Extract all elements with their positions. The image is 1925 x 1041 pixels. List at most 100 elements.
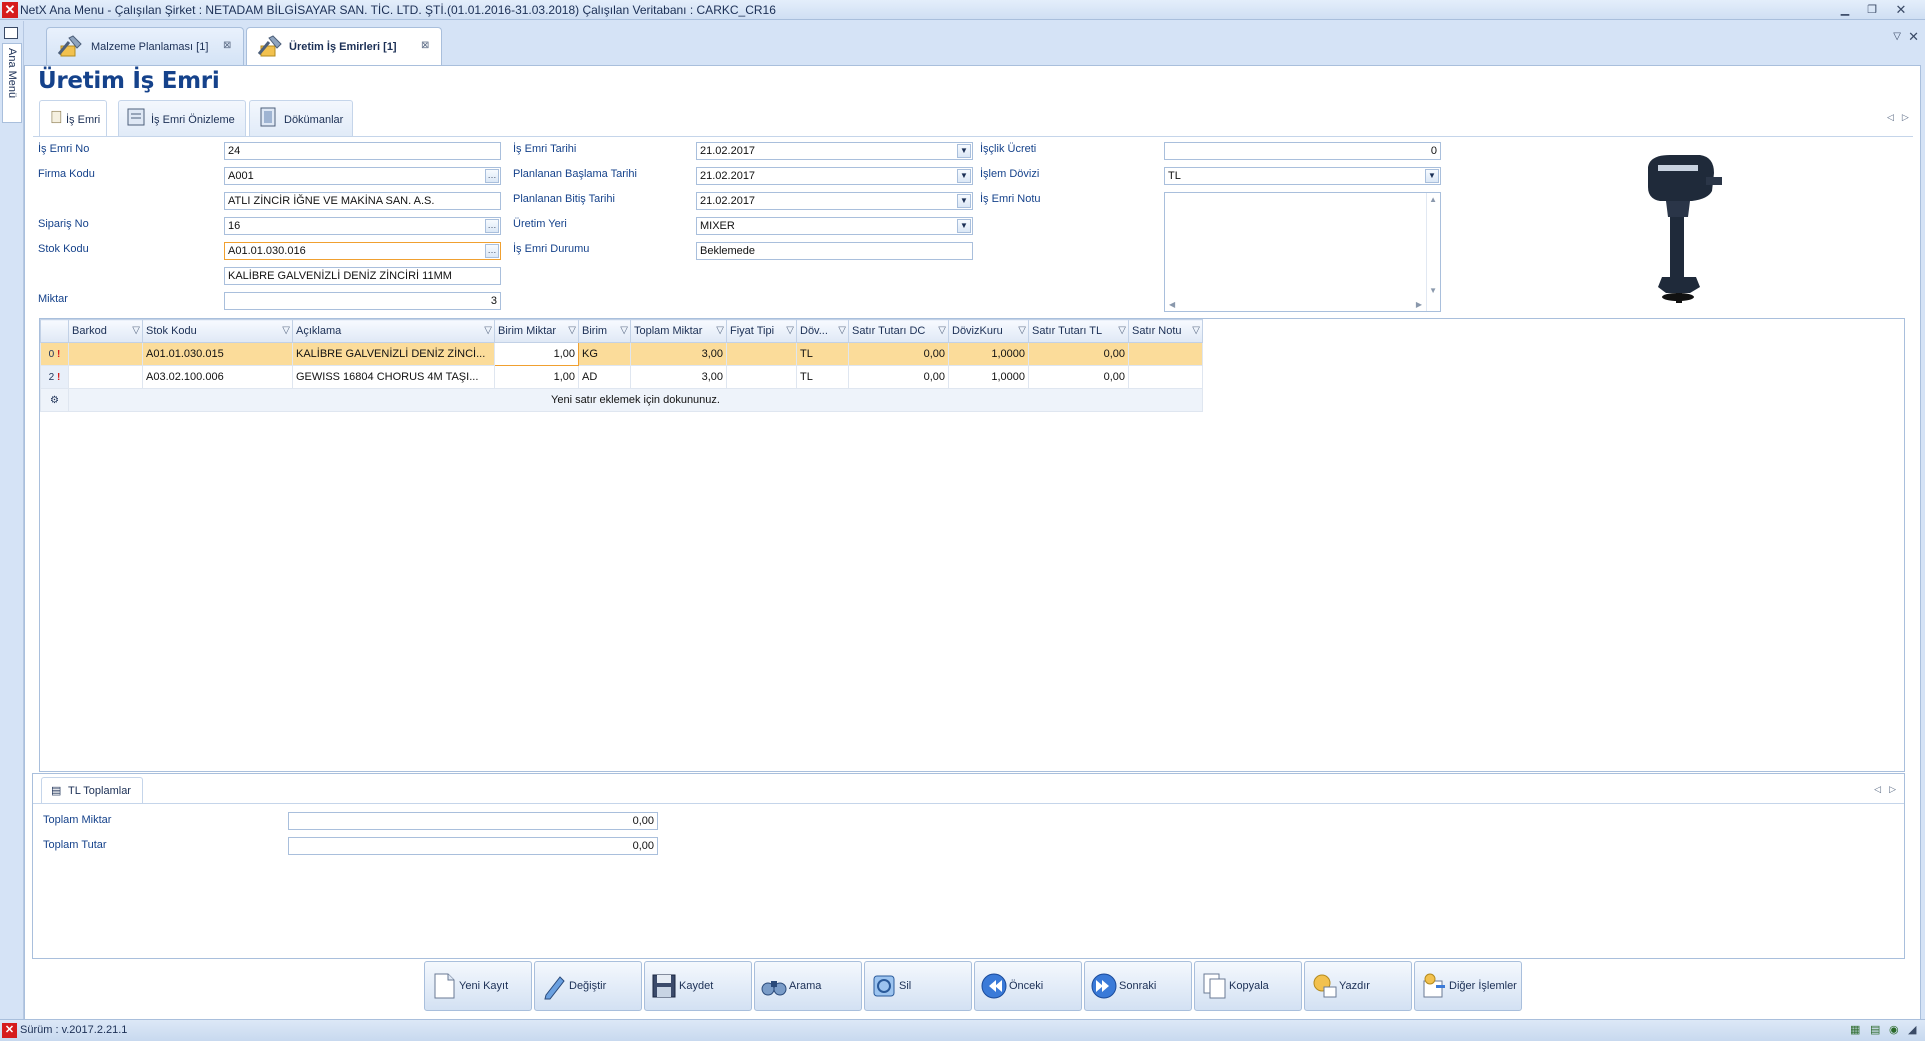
birim-miktar-cell[interactable]: 1,00 — [494, 342, 579, 366]
toplam-miktar-cell[interactable]: 3,00 — [630, 365, 727, 389]
column-header[interactable]: Barkod ▽ — [68, 319, 143, 343]
yazdir-button[interactable]: Yazdır — [1304, 961, 1412, 1011]
tutar-tl-cell[interactable]: 0,00 — [1028, 365, 1129, 389]
degistir-button[interactable]: Değiştir — [534, 961, 642, 1011]
new-row-text[interactable]: Yeni satır eklemek için dokununuz. — [68, 388, 1203, 412]
stok-kodu-cell[interactable]: A01.01.030.015 — [142, 342, 293, 366]
onceki-button[interactable]: Önceki — [974, 961, 1082, 1011]
plan-bitis-field[interactable]: 21.02.2017 ▼ — [696, 192, 973, 210]
scroll-left-icon[interactable]: ◀ — [1169, 300, 1175, 309]
app-close-icon[interactable]: ✕ — [2, 2, 18, 18]
is-emri-no-field[interactable]: 24 — [224, 142, 501, 160]
satir-notu-cell[interactable] — [1128, 342, 1203, 366]
is-emri-tarihi-field[interactable]: 21.02.2017 ▼ — [696, 142, 973, 160]
column-header[interactable]: Satır Tutarı TL ▽ — [1028, 319, 1129, 343]
doviz-cell[interactable]: TL — [796, 342, 849, 366]
filter-icon[interactable]: ▽ — [786, 325, 794, 336]
is-emri-durumu-field[interactable]: Beklemede — [696, 242, 973, 260]
filter-icon[interactable]: ▽ — [568, 325, 576, 336]
minimize-button[interactable]: ▁ — [1835, 2, 1855, 18]
dropdown-arrow-icon[interactable]: ▼ — [957, 144, 971, 158]
firma-kodu-field[interactable]: A001 … — [224, 167, 501, 185]
column-header[interactable]: Toplam Miktar ▽ — [630, 319, 727, 343]
row-indicator[interactable]: 0 ! — [40, 342, 69, 366]
tray-icon-1[interactable]: ▦ — [1850, 1023, 1865, 1038]
toplam-miktar-cell[interactable]: 3,00 — [630, 342, 727, 366]
dropdown-arrow-icon[interactable]: ▼ — [957, 169, 971, 183]
fiyat-tipi-cell[interactable] — [726, 342, 797, 366]
is-emri-notu-memo[interactable]: ▲ ▼ ◀ ▶ — [1164, 192, 1441, 312]
close-icon[interactable]: ✕ — [1908, 29, 1919, 45]
filter-icon[interactable]: ▽ — [282, 325, 290, 336]
tutar-dc-cell[interactable]: 0,00 — [848, 365, 949, 389]
kopyala-button[interactable]: Kopyala — [1194, 961, 1302, 1011]
filter-icon[interactable]: ▽ — [1018, 325, 1026, 336]
scroll-up-icon[interactable]: ▲ — [1429, 195, 1437, 204]
sonraki-button[interactable]: Sonraki — [1084, 961, 1192, 1011]
fiyat-tipi-cell[interactable] — [726, 365, 797, 389]
column-header[interactable]: Birim Miktar ▽ — [494, 319, 579, 343]
column-header[interactable]: Birim ▽ — [578, 319, 631, 343]
column-header[interactable]: Döv... ▽ — [796, 319, 849, 343]
tab-uretim-is-emirleri[interactable]: Üretim İş Emirleri [1] ⊠ — [246, 27, 442, 66]
close-tab-icon[interactable]: ⊠ — [421, 40, 429, 51]
filter-icon[interactable]: ▽ — [1192, 325, 1200, 336]
new-row[interactable]: ⚙ Yeni satır eklemek için dokununuz. — [40, 388, 1203, 412]
dropdown-arrow-icon[interactable]: ▼ — [957, 194, 971, 208]
tutar-tl-cell[interactable]: 0,00 — [1028, 342, 1129, 366]
birim-cell[interactable]: KG — [578, 342, 631, 366]
filter-icon[interactable]: ▽ — [938, 325, 946, 336]
plan-baslama-field[interactable]: 21.02.2017 ▼ — [696, 167, 973, 185]
uretim-yeri-field[interactable]: MIXER ▼ — [696, 217, 973, 235]
close-window-button[interactable]: ✕ — [1891, 2, 1911, 18]
column-header[interactable]: DövizKuru ▽ — [948, 319, 1029, 343]
tutar-dc-cell[interactable]: 0,00 — [848, 342, 949, 366]
tab-is-emri[interactable]: İş Emri — [39, 100, 107, 136]
tab-tl-toplamlar[interactable]: ▤ TL Toplamlar — [41, 777, 143, 803]
filter-icon[interactable]: ▽ — [620, 325, 628, 336]
stok-kodu-field[interactable]: A01.01.030.016 … — [224, 242, 501, 260]
column-header[interactable]: Satır Tutarı DC ▽ — [848, 319, 949, 343]
doviz-kuru-cell[interactable]: 1,0000 — [948, 365, 1029, 389]
tab-scroll-arrows[interactable]: ◁▷ — [1874, 784, 1904, 795]
satir-notu-cell[interactable] — [1128, 365, 1203, 389]
miktar-field[interactable]: 3 — [224, 292, 501, 310]
barkod-cell[interactable] — [68, 342, 143, 366]
dropdown-arrow-icon[interactable]: ▼ — [1425, 169, 1439, 183]
siparis-no-field[interactable]: 16 … — [224, 217, 501, 235]
column-header[interactable]: Fiyat Tipi ▽ — [726, 319, 797, 343]
ana-menu-tab[interactable]: Ana Menü — [2, 43, 22, 123]
ellipsis-button[interactable]: … — [485, 244, 499, 258]
tray-icon-2[interactable]: ▤ — [1870, 1023, 1885, 1038]
tray-icon-3[interactable]: ◉ — [1889, 1023, 1904, 1038]
arama-button[interactable]: Arama — [754, 961, 862, 1011]
birim-cell[interactable]: AD — [578, 365, 631, 389]
sil-button[interactable]: Sil — [864, 961, 972, 1011]
filter-icon[interactable]: ▽ — [132, 325, 140, 336]
barkod-cell[interactable] — [68, 365, 143, 389]
filter-icon[interactable]: ▽ — [1118, 325, 1126, 336]
scroll-right-icon[interactable]: ▶ — [1416, 300, 1422, 309]
chevron-down-icon[interactable]: ▽ — [1893, 31, 1901, 42]
gear-icon[interactable]: ⚙ — [40, 388, 69, 412]
diger-islemler-button[interactable]: Diğer İşlemler — [1414, 961, 1522, 1011]
row-indicator[interactable]: 2 ! — [40, 365, 69, 389]
filter-icon[interactable]: ▽ — [838, 325, 846, 336]
ellipsis-button[interactable]: … — [485, 219, 499, 233]
islem-dovizi-field[interactable]: TL ▼ — [1164, 167, 1441, 185]
doviz-cell[interactable]: TL — [796, 365, 849, 389]
tab-dokumanlar[interactable]: Dökümanlar — [249, 100, 353, 136]
scroll-down-icon[interactable]: ▼ — [1429, 286, 1437, 295]
filter-icon[interactable]: ▽ — [716, 325, 724, 336]
doviz-kuru-cell[interactable]: 1,0000 — [948, 342, 1029, 366]
restore-button[interactable]: ❐ — [1862, 2, 1882, 18]
iscilik-ucreti-field[interactable]: 0 — [1164, 142, 1441, 160]
tab-scroll-arrows[interactable]: ◁▷ — [1887, 112, 1917, 123]
tab-is-emri-onizleme[interactable]: İş Emri Önizleme — [118, 100, 246, 136]
table-row[interactable]: 2 ! A03.02.100.006 GEWISS 16804 CHORUS 4… — [40, 365, 1203, 389]
tab-malzeme-planlamasi[interactable]: Malzeme Planlaması [1] ⊠ — [46, 27, 244, 65]
yeni-kayit-button[interactable]: Yeni Kayıt — [424, 961, 532, 1011]
kaydet-button[interactable]: Kaydet — [644, 961, 752, 1011]
column-header[interactable]: Açıklama ▽ — [292, 319, 495, 343]
stok-kodu-cell[interactable]: A03.02.100.006 — [142, 365, 293, 389]
